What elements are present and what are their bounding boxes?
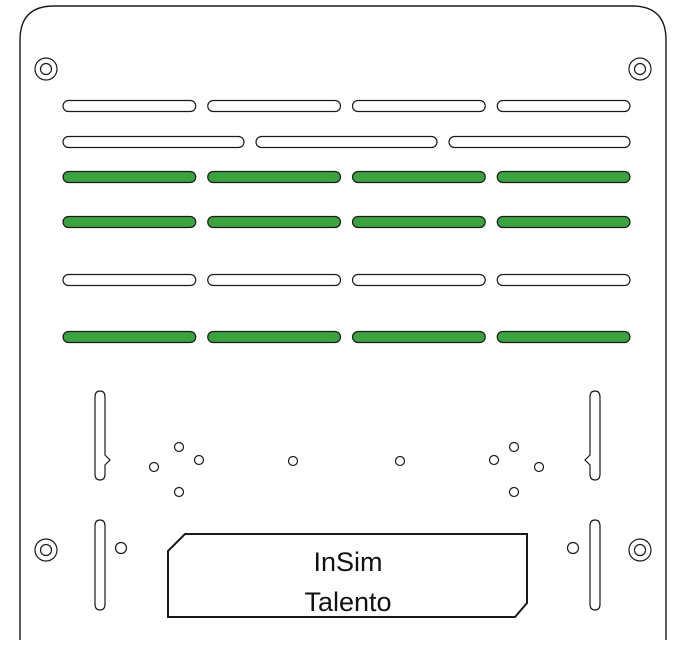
mounting-hole-top-right bbox=[628, 57, 652, 81]
vent-slot-row-3-1 bbox=[62, 170, 197, 184]
vent-slot-row-3-4 bbox=[496, 170, 631, 184]
vent-slot-row-1-2 bbox=[207, 99, 342, 113]
vent-slot-row-1-3 bbox=[351, 99, 486, 113]
vent-slot-row-5-3 bbox=[351, 273, 486, 287]
vent-slot-row-5-1 bbox=[62, 273, 197, 287]
label-line-2: Talento bbox=[304, 587, 391, 617]
vertical-slot-left-lower bbox=[94, 519, 106, 611]
faceplate-drawing: InSim Talento bbox=[0, 0, 686, 659]
vent-slot-row-6-3 bbox=[351, 330, 486, 344]
vent-slot-row-2-2 bbox=[255, 135, 438, 149]
vent-slot-row-4-1 bbox=[62, 215, 197, 229]
vent-slot-row-5-2 bbox=[207, 273, 342, 287]
mounting-hole-top-left bbox=[34, 57, 58, 81]
vent-slot-row-6-4 bbox=[496, 330, 631, 344]
vent-slot-row-6-2 bbox=[207, 330, 342, 344]
small-hole-right bbox=[566, 541, 580, 555]
vertical-slot-right-lower bbox=[589, 519, 601, 611]
center-hole-left bbox=[287, 455, 299, 467]
vent-slot-row-1-1 bbox=[62, 99, 197, 113]
vent-slot-row-6-1 bbox=[62, 330, 197, 344]
vent-slot-row-4-4 bbox=[496, 215, 631, 229]
vent-slot-row-2-3 bbox=[448, 135, 631, 149]
vent-slot-row-3-2 bbox=[207, 170, 342, 184]
label-line-1: InSim bbox=[313, 547, 382, 577]
small-hole-left bbox=[114, 541, 128, 555]
mounting-hole-bottom-right bbox=[628, 538, 652, 562]
vent-slot-row-4-3 bbox=[351, 215, 486, 229]
mounting-hole-bottom-left bbox=[34, 538, 58, 562]
center-hole-right bbox=[394, 455, 406, 467]
vent-slot-row-4-2 bbox=[207, 215, 342, 229]
faceplate-svg: InSim Talento bbox=[19, 5, 667, 640]
vent-slot-row-3-3 bbox=[351, 170, 486, 184]
vent-slot-row-5-4 bbox=[496, 273, 631, 287]
vent-slot-row-1-4 bbox=[496, 99, 631, 113]
vent-slot-row-2-1 bbox=[62, 135, 245, 149]
